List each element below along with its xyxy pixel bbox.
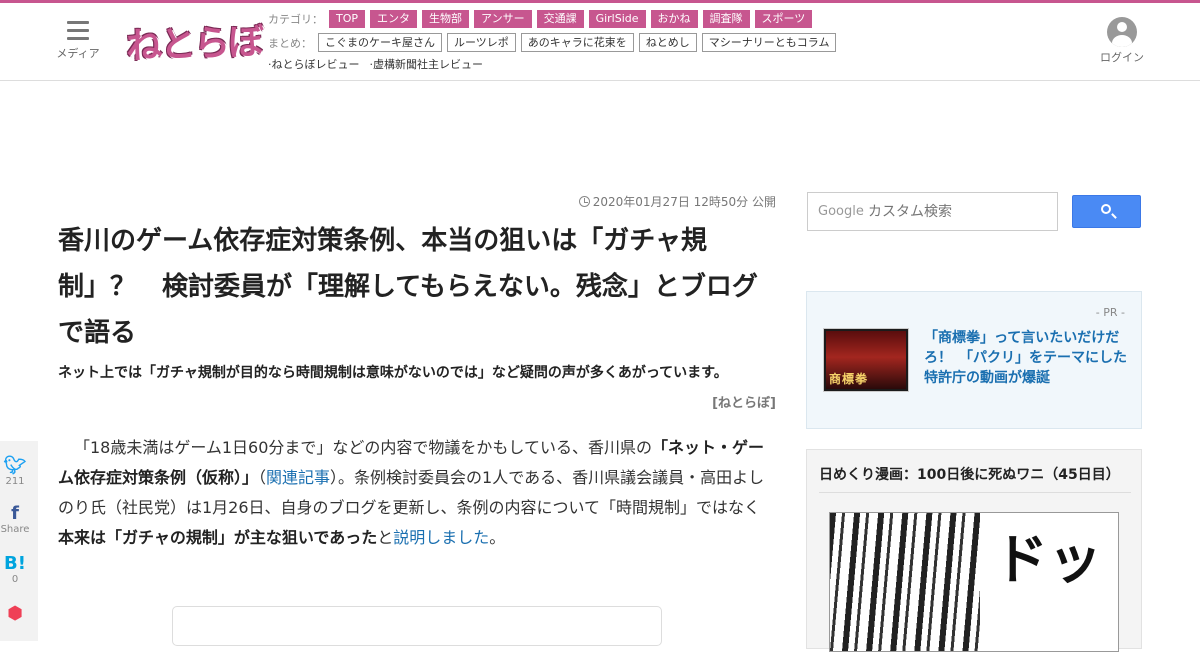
review-nav: ·ねとらぼレビュー ·虚構新聞社主レビュー — [268, 56, 493, 72]
hamburger-icon — [67, 21, 89, 40]
manga-sfx-text: ドッ — [994, 528, 1102, 591]
review-link-kyoko[interactable]: ·虚構新聞社主レビュー — [370, 56, 484, 72]
article-lead: ネット上では「ガチャ規制が目的なら時間規制は意味がないのでは」など疑問の声が多く… — [58, 365, 728, 381]
search-button[interactable] — [1072, 195, 1141, 228]
category-link-top[interactable]: TOP — [329, 10, 366, 28]
facebook-label: Share — [0, 524, 30, 535]
twitter-count: 211 — [5, 476, 25, 487]
timestamp-text: 2020年01月27日 12時50分 公開 — [592, 195, 776, 209]
share-bar: 🐦︎ 211 f Share B! 0 ⬢ — [0, 441, 38, 641]
embedded-tweet[interactable] — [172, 606, 662, 646]
category-link-chosatai[interactable]: 調査隊 — [702, 10, 750, 28]
hatena-bookmark-icon: B! — [4, 553, 26, 574]
category-link-koutsuka[interactable]: 交通課 — [536, 10, 584, 28]
site-header: メディア ねとらぼ カテゴリ： TOP エンタ 生物部 アンサー 交通課 Gir… — [0, 3, 1200, 81]
site-logo[interactable]: ねとらぼ — [125, 13, 263, 70]
body-text: 「18歳未満はゲーム1日60分まで」などの内容で物議をかもしている、香川県の — [74, 438, 652, 457]
login-button[interactable]: ログイン — [1098, 17, 1146, 65]
body-text: 。 — [489, 528, 506, 547]
article-credit: [ねとらぼ] — [712, 396, 776, 411]
menu-button[interactable]: メディア — [55, 21, 101, 61]
hatena-count: 0 — [11, 574, 19, 585]
search-icon — [1101, 204, 1111, 214]
review-link-nlab[interactable]: ·ねとらぼレビュー — [268, 56, 360, 72]
body-bold-text: 本来は「ガチャの規制」が主な狙いであった — [58, 528, 378, 547]
category-link-answer[interactable]: アンサー — [474, 10, 532, 28]
pr-card[interactable]: - PR - 商標拳 「商標拳」って言いたいだけだろ！ 「パクリ」をテーマにした… — [806, 291, 1142, 429]
hatena-share-button[interactable]: B! 0 — [0, 553, 30, 585]
body-text: と — [377, 528, 394, 547]
menu-label: メディア — [56, 47, 100, 60]
matome-link-hanataba[interactable]: あのキャラに花束を — [520, 33, 634, 52]
manga-speedlines — [830, 513, 980, 651]
pr-thumbnail[interactable]: 商標拳 — [823, 328, 909, 392]
twitter-icon: 🐦︎ — [3, 455, 27, 476]
article-title: 香川のゲーム依存症対策条例、本当の狙いは「ガチャ規制」？ 検討委員が「理解しても… — [58, 226, 758, 348]
twitter-share-button[interactable]: 🐦︎ 211 — [0, 455, 30, 487]
manga-widget: 日めくり漫画：100日後に死ぬワニ（45日目） ドッ — [806, 449, 1142, 652]
matome-link-netomeshi[interactable]: ねとめし — [638, 33, 697, 52]
user-avatar-icon — [1107, 17, 1137, 47]
manga-image[interactable]: ドッ — [829, 512, 1119, 652]
pr-title-link[interactable]: 「商標拳」って言いたいだけだろ！ 「パクリ」をテーマにした特許庁の動画が爆誕 — [924, 328, 1130, 388]
category-link-seibutsubu[interactable]: 生物部 — [422, 10, 470, 28]
category-nav: カテゴリ： TOP エンタ 生物部 アンサー 交通課 GirlSide おかね … — [268, 10, 817, 28]
facebook-icon: f — [11, 503, 19, 524]
matome-link-machinery[interactable]: マシーナリーともコラム — [701, 33, 837, 52]
category-link-sports[interactable]: スポーツ — [754, 10, 813, 28]
clock-icon — [578, 196, 590, 207]
matome-nav: まとめ： こぐまのケーキ屋さん ルーツレポ あのキャラに花束を ねとめし マシー… — [268, 33, 841, 52]
publish-timestamp: 2020年01月27日 12時50分 公開 — [570, 193, 776, 210]
pocket-icon: ⬢ — [7, 603, 23, 624]
matome-label: まとめ： — [268, 36, 312, 50]
category-link-okane[interactable]: おかね — [650, 10, 698, 28]
body-text: （ — [258, 468, 267, 487]
explanation-link[interactable]: 説明しました — [393, 528, 489, 547]
category-label: カテゴリ： — [268, 13, 323, 26]
matome-link-kuma-cake[interactable]: こぐまのケーキ屋さん — [318, 33, 442, 52]
category-link-enta[interactable]: エンタ — [370, 10, 418, 28]
facebook-share-button[interactable]: f Share — [0, 503, 30, 535]
related-article-link[interactable]: 関連記事 — [266, 468, 330, 487]
pr-tag: - PR - — [1095, 306, 1125, 319]
article-body: 「18歳未満はゲーム1日60分まで」などの内容で物議をかもしている、香川県の「ネ… — [58, 433, 776, 553]
pr-thumbnail-text: 商標拳 — [829, 372, 869, 386]
category-link-girlside[interactable]: GirlSide — [588, 10, 646, 28]
pocket-share-button[interactable]: ⬢ — [0, 603, 30, 624]
custom-search-box: Google — [807, 192, 1058, 231]
google-logo: Google — [818, 204, 864, 219]
matome-link-roots[interactable]: ルーツレポ — [447, 33, 516, 52]
login-label: ログイン — [1100, 51, 1144, 64]
manga-title[interactable]: 日めくり漫画：100日後に死ぬワニ（45日目） — [819, 464, 1131, 493]
